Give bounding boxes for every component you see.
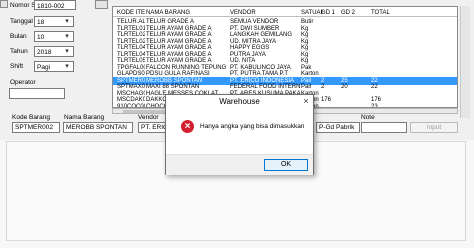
grid-header: KODE ITEM NAMA BARANG VENDOR SATUAN GD 1… — [113, 9, 457, 17]
operator-field[interactable] — [9, 88, 65, 99]
error-icon: × — [181, 120, 194, 133]
col-nama[interactable]: NAMA BARANG — [146, 9, 226, 17]
dialog-title: Warehouse — [166, 95, 313, 108]
col-vendor[interactable]: VENDOR — [230, 9, 300, 17]
tahun-select[interactable]: 2018 — [34, 46, 74, 57]
close-icon[interactable]: × — [301, 97, 311, 106]
tahun-label: Tahun — [10, 48, 28, 55]
dialog-message: Hanya angka yang bisa dimasukkan — [200, 123, 305, 130]
vendor-field[interactable]: PT. ERICO — [138, 122, 168, 133]
bulan-value: 10 — [37, 34, 45, 41]
gudang-field[interactable]: P-Gd Pabrik — [316, 122, 360, 133]
kode-barang-field[interactable]: SPTMER002 — [12, 122, 60, 133]
col-total[interactable]: TOTAL — [371, 9, 401, 17]
tanggal-select[interactable]: 18 — [34, 16, 74, 27]
col-gd2[interactable]: GD 2 — [341, 9, 365, 17]
bulan-label: Bulan — [10, 33, 27, 40]
side-strip — [460, 6, 470, 118]
dialog-body: × Hanya angka yang bisa dimasukkan — [166, 108, 313, 154]
shift-value: Pagi — [37, 64, 51, 71]
col-satuan[interactable]: SATUAN — [301, 9, 323, 17]
tanggal-label: Tanggal — [10, 18, 33, 25]
vendor-label: Vendor — [138, 114, 159, 121]
note-label: Note — [361, 114, 375, 121]
operator-label: Operator — [10, 79, 36, 86]
nama-barang-label: Nama Barang — [64, 114, 105, 121]
bulan-select[interactable]: 10 — [34, 31, 74, 42]
col-kode[interactable]: KODE ITEM — [117, 9, 145, 17]
ok-button[interactable]: OK — [264, 159, 308, 171]
input-button[interactable]: Input — [410, 122, 458, 133]
warehouse-dialog: Warehouse × × Hanya angka yang bisa dima… — [165, 94, 314, 175]
top-right-button[interactable] — [95, 0, 108, 9]
kode-barang-label: Kode Barang — [12, 114, 50, 121]
note-field[interactable] — [361, 122, 407, 133]
dialog-footer: OK — [166, 154, 313, 175]
nomor-field[interactable]: 1810-002 — [34, 0, 76, 10]
item-grid[interactable]: KODE ITEM NAMA BARANG VENDOR SATUAN GD 1… — [112, 6, 458, 108]
shift-select[interactable]: Pagi — [34, 61, 74, 72]
nama-barang-field[interactable]: MEROBB SPONTAN — [63, 122, 133, 133]
tahun-value: 2018 — [37, 49, 52, 56]
tanggal-value: 18 — [37, 19, 45, 26]
top-left-button[interactable] — [0, 0, 8, 8]
shift-label: Shift — [10, 63, 24, 70]
col-gd1[interactable]: GD 1 — [321, 9, 339, 17]
